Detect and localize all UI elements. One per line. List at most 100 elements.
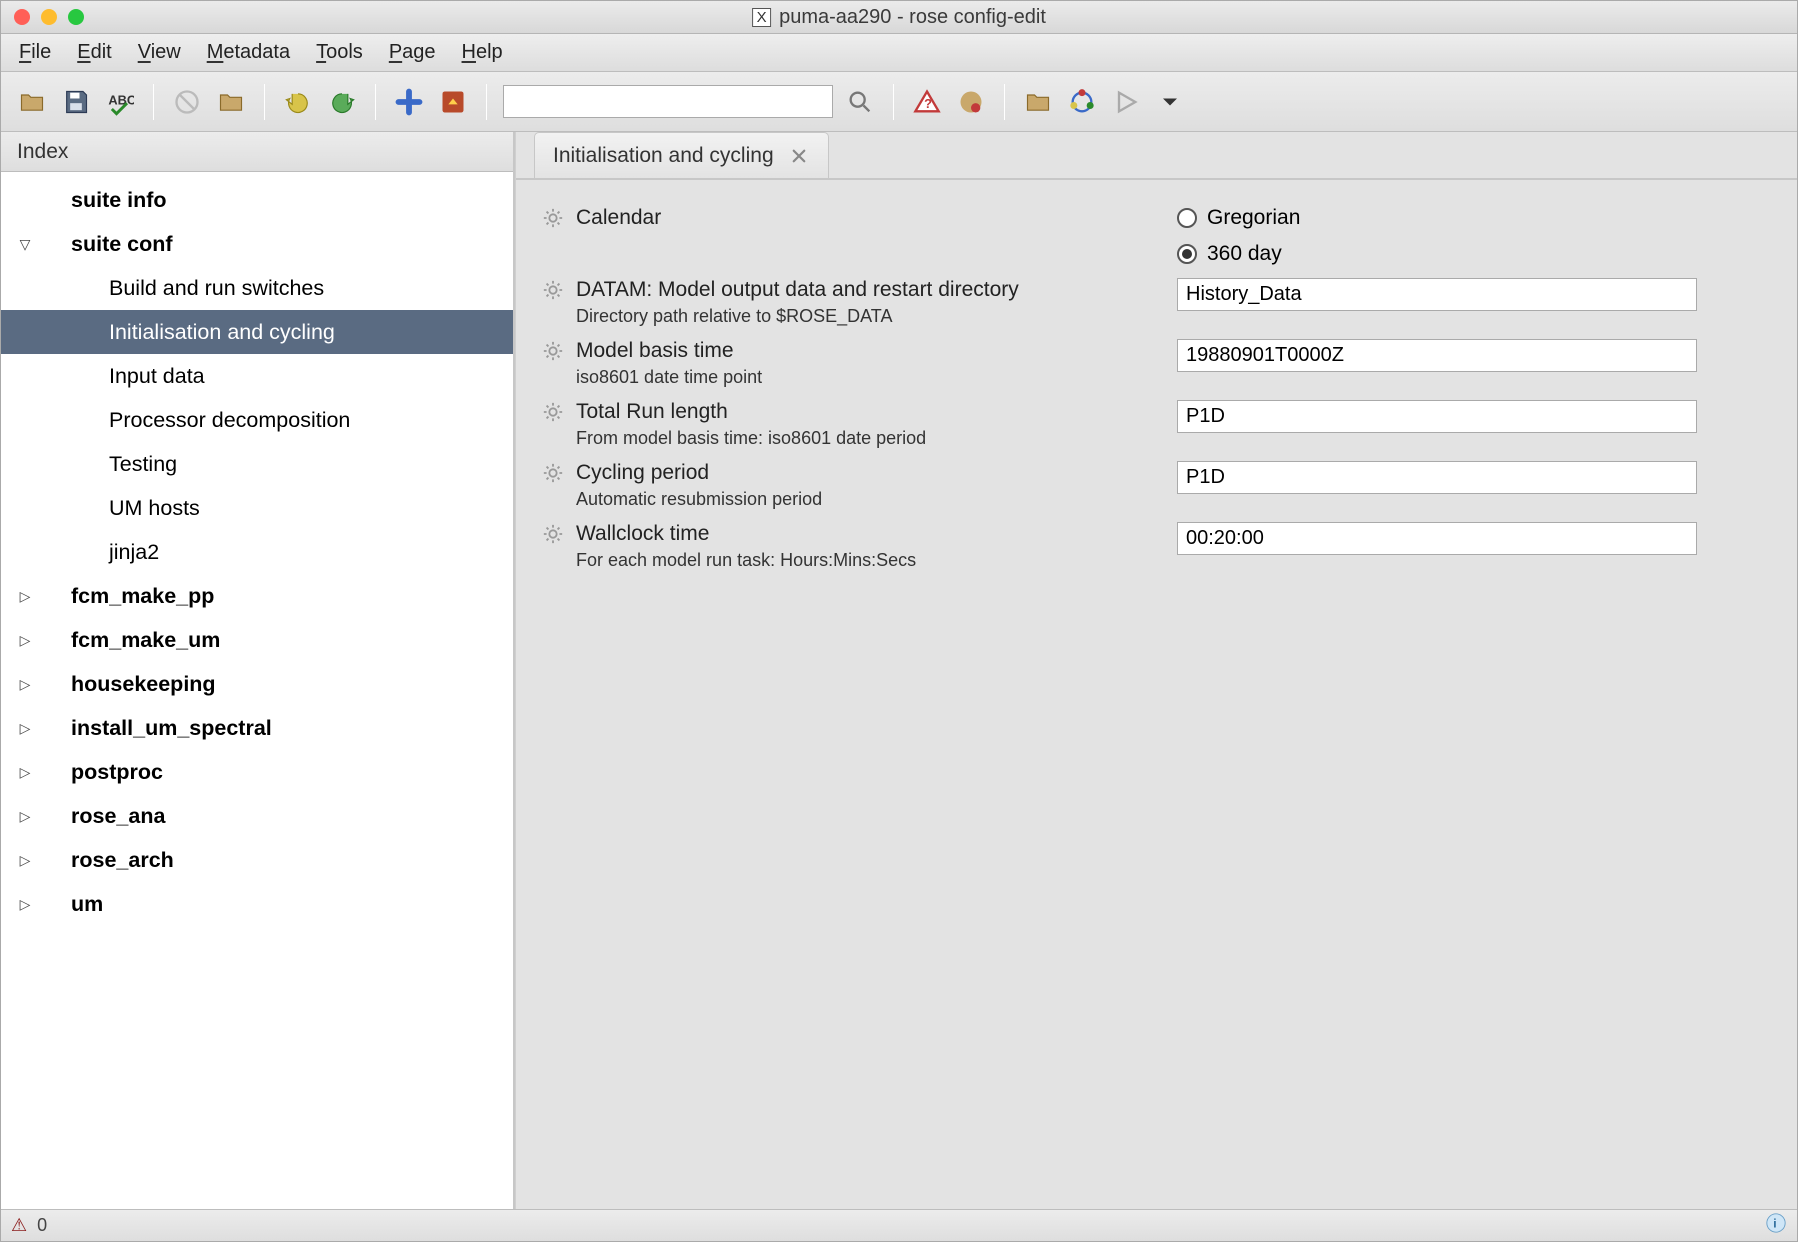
tree-expander-icon[interactable]: ▷ (11, 896, 39, 913)
tree-item[interactable]: Build and run switches (1, 266, 513, 310)
run-dropdown-icon[interactable] (1153, 85, 1187, 119)
tree-item-label: rose_arch (39, 848, 174, 873)
tree-item[interactable]: Input data (1, 354, 513, 398)
warning-icon[interactable]: ? (910, 85, 944, 119)
undo-icon[interactable] (281, 85, 315, 119)
tree-item-label: suite info (39, 188, 167, 213)
x11-app-icon: X (752, 8, 771, 27)
tree-item-label: jinja2 (39, 540, 159, 565)
label-wall: Wallclock time (576, 522, 709, 546)
input-wallclock[interactable] (1177, 522, 1697, 555)
help-basis: iso8601 date time point (576, 367, 1177, 388)
label-basis: Model basis time (576, 339, 734, 363)
tree-item[interactable]: ▷fcm_make_um (1, 618, 513, 662)
help-wall: For each model run task: Hours:Mins:Secs (576, 550, 1177, 571)
run-icon[interactable] (1109, 85, 1143, 119)
input-datam[interactable] (1177, 278, 1697, 311)
menu-file[interactable]: File (19, 41, 51, 64)
disabled-circle-icon (170, 85, 204, 119)
input-cycling-period[interactable] (1177, 461, 1697, 494)
toolbar: ABC ? (1, 72, 1797, 132)
folder3-icon[interactable] (1021, 85, 1055, 119)
tree-item[interactable]: ▷rose_ana (1, 794, 513, 838)
menu-page[interactable]: Page (389, 41, 436, 64)
field-run-length: Total Run length From model basis time: … (542, 394, 1771, 455)
status-error-icon[interactable]: ⚠ (11, 1215, 27, 1236)
menu-help[interactable]: Help (462, 41, 503, 64)
tab-initialisation-and-cycling[interactable]: Initialisation and cycling (534, 132, 829, 178)
tree-item-label: fcm_make_um (39, 628, 220, 653)
tree-item[interactable]: ▷install_um_spectral (1, 706, 513, 750)
tree-expander-icon[interactable]: ▷ (11, 852, 39, 869)
gear-icon[interactable] (542, 279, 564, 301)
zoom-window-button[interactable] (68, 9, 84, 25)
tree-item[interactable]: suite info (1, 178, 513, 222)
tree-item[interactable]: Processor decomposition (1, 398, 513, 442)
cycle-icon[interactable] (1065, 85, 1099, 119)
tree-item[interactable]: ▷housekeeping (1, 662, 513, 706)
tree-expander-icon[interactable]: ▷ (11, 808, 39, 825)
gear-icon[interactable] (542, 401, 564, 423)
window-title-text: puma-aa290 - rose config-edit (779, 6, 1046, 29)
search-icon[interactable] (843, 85, 877, 119)
help-datam: Directory path relative to $ROSE_DATA (576, 306, 1177, 327)
tab-close-icon[interactable] (788, 145, 810, 167)
label-calendar: Calendar (576, 206, 661, 230)
gear-icon[interactable] (542, 523, 564, 545)
titlebar: X puma-aa290 - rose config-edit (1, 1, 1797, 34)
tree-expander-icon[interactable]: ▷ (11, 720, 39, 737)
close-window-button[interactable] (14, 9, 30, 25)
help-cycle: Automatic resubmission period (576, 489, 1177, 510)
gear-icon[interactable] (542, 340, 564, 362)
tree-item[interactable]: ▽suite conf (1, 222, 513, 266)
statusbar: ⚠ 0 i (1, 1209, 1797, 1241)
tree-item[interactable]: ▷um (1, 882, 513, 926)
redo-icon[interactable] (325, 85, 359, 119)
tree-item[interactable]: ▷fcm_make_pp (1, 574, 513, 618)
tree-item[interactable]: Initialisation and cycling (1, 310, 513, 354)
label-datam: DATAM: Model output data and restart dir… (576, 278, 1019, 302)
tree-expander-icon[interactable]: ▷ (11, 588, 39, 605)
tree-item[interactable]: ▷rose_arch (1, 838, 513, 882)
tree-item-label: Initialisation and cycling (39, 320, 335, 345)
spellcheck-icon[interactable]: ABC (103, 85, 137, 119)
input-run-length[interactable] (1177, 400, 1697, 433)
radio-360day-label: 360 day (1207, 242, 1282, 266)
tree-item-label: suite conf (39, 232, 173, 257)
add-icon[interactable] (392, 85, 426, 119)
input-basis-time[interactable] (1177, 339, 1697, 372)
tree-item[interactable]: jinja2 (1, 530, 513, 574)
radio-360day[interactable]: 360 day (1177, 242, 1771, 266)
menu-metadata[interactable]: Metadata (207, 41, 290, 64)
revert-icon[interactable] (436, 85, 470, 119)
tree-expander-icon[interactable]: ▷ (11, 676, 39, 693)
tree-item[interactable]: ▷postproc (1, 750, 513, 794)
tree-item[interactable]: UM hosts (1, 486, 513, 530)
open-folder-icon[interactable] (15, 85, 49, 119)
status-info-icon[interactable]: i (1765, 1212, 1787, 1239)
radio-gregorian[interactable]: Gregorian (1177, 206, 1771, 230)
tree-item-label: Build and run switches (39, 276, 324, 301)
tree-expander-icon[interactable]: ▽ (11, 236, 39, 253)
folder2-icon[interactable] (214, 85, 248, 119)
svg-text:ABC: ABC (108, 92, 134, 107)
gear-icon[interactable] (542, 207, 564, 229)
refresh-orb-icon[interactable] (954, 85, 988, 119)
minimize-window-button[interactable] (41, 9, 57, 25)
tree-expander-icon[interactable]: ▷ (11, 632, 39, 649)
menu-tools[interactable]: Tools (316, 41, 363, 64)
tree-expander-icon[interactable]: ▷ (11, 764, 39, 781)
tree-item-label: housekeeping (39, 672, 216, 697)
menu-edit[interactable]: Edit (77, 41, 111, 64)
menu-view[interactable]: View (138, 41, 181, 64)
tree-item-label: rose_ana (39, 804, 165, 829)
save-icon[interactable] (59, 85, 93, 119)
gear-icon[interactable] (542, 462, 564, 484)
field-wallclock: Wallclock time For each model run task: … (542, 516, 1771, 577)
tree-item[interactable]: Testing (1, 442, 513, 486)
search-input[interactable] (503, 85, 833, 118)
window-controls (14, 9, 84, 25)
tree-item-label: Input data (39, 364, 205, 389)
tree-item-label: postproc (39, 760, 163, 785)
tree[interactable]: suite info ▽suite conf Build and run switc… (1, 172, 513, 1209)
